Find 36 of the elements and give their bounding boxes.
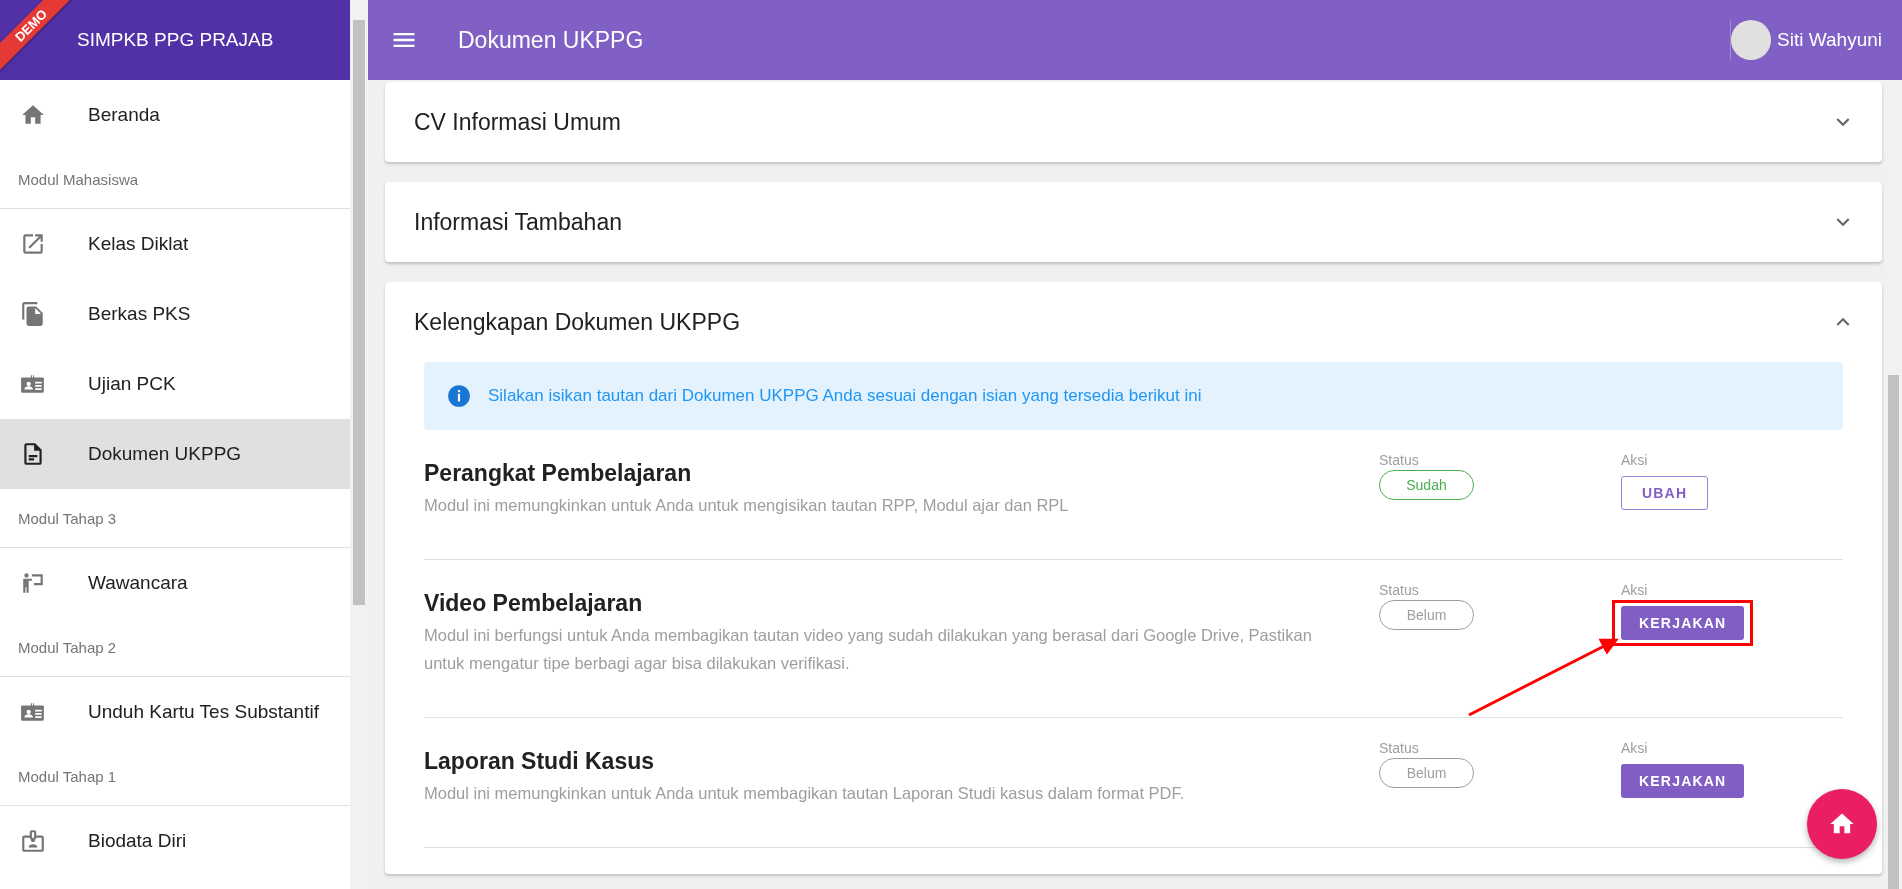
sidebar-item[interactable]: Ujian PCK [0,349,350,419]
app-title: SIMPKB PPG PRAJAB [77,29,274,51]
presenter-icon [20,570,46,596]
action-label: Aksi [1621,452,1649,468]
module-description: Modul ini memungkinkan untuk Anda untuk mengisikan tautan RPP, Modul ajar dan RPL [424,495,1070,516]
sidebar-item[interactable]: Kelas Diklat [0,209,350,279]
info-icon [446,383,472,409]
external-link-icon [20,231,46,257]
action-button[interactable]: KERJAKAN [1621,606,1745,640]
status-label: Status [1379,452,1420,468]
action-label: Aksi [1621,740,1649,756]
panel-title[interactable]: CV Informasi Umum [414,108,622,136]
avatar[interactable] [1731,20,1772,60]
status-label: Status [1379,582,1420,598]
panel-title[interactable]: Kelengkapan Dokumen UKPPG [414,308,741,336]
module-description: Modul ini memungkinkan untuk Anda untuk membagikan tautan Laporan Studi kasus dalam format PDF. [424,783,1186,804]
sidebar-item[interactable]: Dokumen UKPPG [0,419,350,489]
module-title: Video Pembelajaran [424,590,644,617]
module-title: Laporan Studi Kasus [424,748,656,775]
files-icon [20,301,46,327]
sidebar-item[interactable]: Unduh Kartu Tes Substantif [0,677,350,747]
panel-title[interactable]: Informasi Tambahan [414,208,622,236]
action-button[interactable]: UBAH [1621,476,1709,510]
user-name[interactable]: Siti Wahyuni [1777,29,1882,51]
action-button[interactable]: KERJAKAN [1621,764,1745,798]
page-title: Dokumen UKPPG [458,26,644,54]
sidebar-item[interactable]: Berkas PKS [0,279,350,349]
alert-text: Silakan isikan tautan dari Dokumen UKPPG Anda sesuai dengan isian yang tersedia berikut ini [488,386,1202,406]
status-label: Status [1379,740,1420,756]
module-description: Modul ini berfungsi untuk Anda membagikan tautan video yang sudah dilakukan yang berasal dari Google Drive, Pastikan untuk mengatur tipe berbagi agar bisa dilakukan verifikasi. [424,625,1313,674]
sidebar-item[interactable]: Biodata Diri [0,806,350,876]
sidebar-item[interactable]: Wawancara [0,548,350,618]
action-label: Aksi [1621,582,1649,598]
badge-icon [20,828,46,854]
module-title: Perangkat Pembelajaran [424,460,693,487]
sidebar-item[interactable]: Beranda [0,80,350,150]
